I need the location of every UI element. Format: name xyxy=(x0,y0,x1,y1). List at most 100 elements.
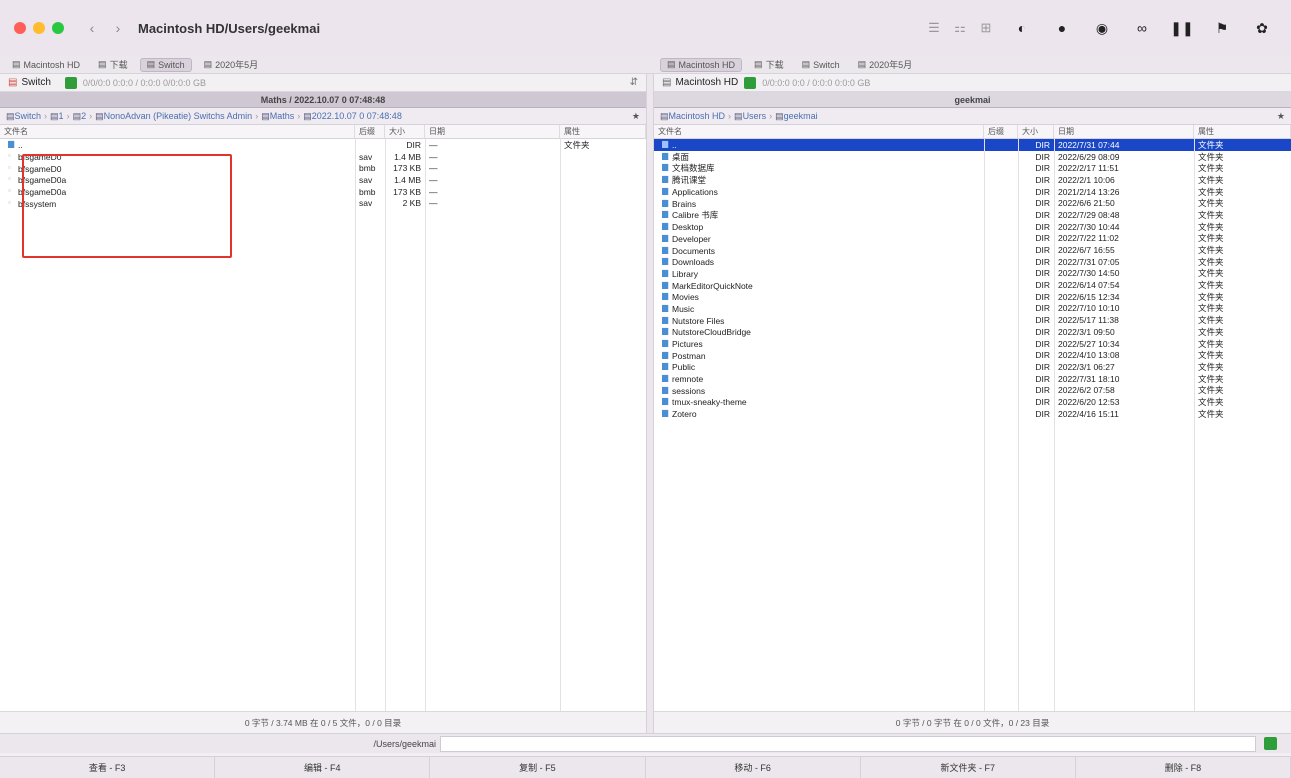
column-header[interactable]: 属性 xyxy=(1194,125,1291,138)
left-tab[interactable]: ▤ Switch xyxy=(139,57,192,72)
grid-view-icon[interactable]: ⊞ xyxy=(975,16,997,40)
file-row[interactable]: ▆ 桌面 DIR 2022/6/29 08:09 文件夹 xyxy=(654,151,1291,163)
right-tab[interactable]: ▤ 下载 xyxy=(748,58,790,72)
breadcrumb-item[interactable]: Macintosh HD xyxy=(669,111,726,121)
file-row[interactable]: ▆ Downloads DIR 2022/7/31 07:05 文件夹 xyxy=(654,256,1291,268)
column-header[interactable]: 文件名 xyxy=(654,125,984,138)
flag-icon[interactable]: ⚑ xyxy=(1207,16,1237,40)
file-attr: 文件夹 xyxy=(1194,197,1291,209)
left-location-bar[interactable]: ▤ Switch 0/0/0:0 0:0:0 / 0:0:0 0/0:0:0 G… xyxy=(0,74,646,92)
file-date: 2022/7/22 11:02 xyxy=(1054,233,1194,243)
file-name-text: Movies xyxy=(672,292,699,303)
breadcrumb-item[interactable]: Users xyxy=(743,111,767,121)
right-tab[interactable]: ▤ 2020年5月 xyxy=(852,58,919,72)
back-button[interactable]: ‹ xyxy=(86,20,98,36)
tab-folder-icon: ▤ xyxy=(12,59,21,69)
column-header[interactable]: 属性 xyxy=(560,125,646,138)
file-row[interactable]: ▆ Documents DIR 2022/6/7 16:55 文件夹 xyxy=(654,244,1291,256)
column-header[interactable]: 后缀 xyxy=(984,125,1018,138)
column-header[interactable]: 后缀 xyxy=(355,125,385,138)
list-view-icon[interactable]: ☰ xyxy=(923,16,945,40)
file-row[interactable]: ▆ Applications DIR 2021/2/14 13:26 文件夹 xyxy=(654,186,1291,198)
file-size-text: 173 KB xyxy=(393,163,421,174)
file-row[interactable]: ▆ Library DIR 2022/7/30 14:50 文件夹 xyxy=(654,268,1291,280)
file-row[interactable]: ▆.. DIR 2022/7/31 07:44 文件夹 xyxy=(654,139,1291,151)
file-row[interactable]: ▆ 腾讯课堂 DIR 2022/2/1 10:06 文件夹 xyxy=(654,174,1291,186)
file-row[interactable]: ▆ Calibre 书库 DIR 2022/7/29 08:48 文件夹 xyxy=(654,209,1291,221)
column-view-icon[interactable]: ⚏ xyxy=(949,16,971,40)
breadcrumb-item[interactable]: 1 xyxy=(59,111,64,121)
left-location-info: 0/0/0:0 0:0:0 / 0:0:0 0/0:0:0 GB xyxy=(82,77,206,88)
left-tab[interactable]: ▤ Macintosh HD xyxy=(6,58,86,72)
file-size-text: DIR xyxy=(1035,139,1050,150)
fkey-button[interactable]: 移动 - F6 xyxy=(646,757,861,778)
fkey-button[interactable]: 编辑 - F4 xyxy=(215,757,431,778)
file-row[interactable]: ▆ Music DIR 2022/7/10 10:10 文件夹 xyxy=(654,303,1291,315)
column-header[interactable]: 大小 xyxy=(1018,125,1054,138)
file-row[interactable]: ▆ Movies DIR 2022/6/15 12:34 文件夹 xyxy=(654,291,1291,303)
file-row[interactable]: ▆ tmux-sneaky-theme DIR 2022/6/20 12:53 文件夹 xyxy=(654,396,1291,408)
file-row[interactable]: ▆ MarkEditorQuickNote DIR 2022/6/14 07:54 文件… xyxy=(654,279,1291,291)
eye-icon[interactable]: ◉ xyxy=(1087,16,1117,40)
file-row[interactable]: ▆ Public DIR 2022/3/1 06:27 文件夹 xyxy=(654,361,1291,373)
favorite-star-icon[interactable]: ★ xyxy=(632,111,640,122)
column-header[interactable]: 文件名 xyxy=(0,125,355,138)
fkey-button[interactable]: 复制 - F5 xyxy=(430,757,646,778)
forward-button[interactable]: › xyxy=(112,20,124,36)
folder-icon: ▆ xyxy=(662,256,669,266)
right-tab[interactable]: ▤ Switch xyxy=(796,58,846,72)
tab-folder-icon: ▤ xyxy=(667,59,676,69)
minimize-window-button[interactable] xyxy=(33,22,45,34)
file-row[interactable]: ▆ Nutstore Files DIR 2022/5/17 11:38 文件夹 xyxy=(654,314,1291,326)
file-row[interactable]: ▆ Developer DIR 2022/7/22 11:02 文件夹 xyxy=(654,233,1291,245)
fkey-button[interactable]: 查看 - F3 xyxy=(0,757,216,778)
binoculars-icon[interactable]: ∞ xyxy=(1127,16,1157,40)
toggle-icon[interactable]: ◐ xyxy=(1007,16,1037,40)
fkey-button[interactable]: 删除 - F8 xyxy=(1076,757,1291,778)
breadcrumb-item[interactable]: 2 xyxy=(81,111,86,121)
file-row[interactable]: ▆ NutstoreCloudBridge DIR 2022/3/1 09:50 文件夹 xyxy=(654,326,1291,338)
close-window-button[interactable] xyxy=(14,22,26,34)
pause-icon[interactable]: ❚❚ xyxy=(1167,16,1197,40)
sync-icon[interactable]: ● xyxy=(1047,16,1077,40)
fkey-button[interactable]: 新文件夹 - F7 xyxy=(861,757,1076,778)
favorite-star-icon[interactable]: ★ xyxy=(1277,111,1285,122)
file-row[interactable]: ▆ Postman DIR 2022/4/10 13:08 文件夹 xyxy=(654,349,1291,361)
file-row[interactable]: ▆ Brains DIR 2022/6/6 21:50 文件夹 xyxy=(654,197,1291,209)
pane-splitter[interactable] xyxy=(646,74,654,733)
file-size-text: 173 KB xyxy=(393,186,421,197)
right-tab[interactable]: ▤ Macintosh HD xyxy=(660,57,743,72)
file-name-text: 文档数据库 xyxy=(672,163,715,174)
left-tab[interactable]: ▤ 2020年5月 xyxy=(198,58,265,72)
command-input[interactable] xyxy=(440,735,1256,752)
left-tab[interactable]: ▤ 下载 xyxy=(92,58,134,72)
folder-icon: ▆ xyxy=(662,197,669,207)
right-file-list[interactable]: ▆.. DIR 2022/7/31 07:44 文件夹 ▆ 桌面 DIR 2022/6/29 … xyxy=(654,139,1291,711)
left-sort-icon[interactable]: ⇵ xyxy=(630,77,638,88)
file-size: DIR xyxy=(1018,187,1054,197)
gear-icon[interactable]: ✿ xyxy=(1247,16,1277,40)
file-row[interactable]: ▆ Pictures DIR 2022/5/27 10:34 文件夹 xyxy=(654,338,1291,350)
column-header[interactable]: 日期 xyxy=(425,125,560,138)
file-row[interactable]: ▆ 文档数据库 DIR 2022/2/17 11:51 文件夹 xyxy=(654,162,1291,174)
run-command-button[interactable] xyxy=(1264,737,1277,750)
file-row[interactable]: ▆ remnote DIR 2022/7/31 18:10 文件夹 xyxy=(654,373,1291,385)
breadcrumb-item[interactable]: geekmai xyxy=(784,111,818,121)
column-header[interactable]: 日期 xyxy=(1054,125,1194,138)
file-row[interactable]: ▆ sessions DIR 2022/6/2 07:58 文件夹 xyxy=(654,384,1291,396)
zoom-window-button[interactable] xyxy=(52,22,64,34)
file-date: 2022/6/20 12:53 xyxy=(1054,397,1194,407)
file-row[interactable]: ▆ Desktop DIR 2022/7/30 10:44 文件夹 xyxy=(654,221,1291,233)
breadcrumb-item[interactable]: 2022.10.07 0 07:48:48 xyxy=(312,111,402,121)
file-attr: 文件夹 xyxy=(1194,174,1291,186)
file-icon: ▫ xyxy=(8,186,11,196)
file-name-text: remnote xyxy=(672,374,704,385)
file-size: DIR xyxy=(1018,140,1054,150)
breadcrumb-item[interactable]: Switch xyxy=(15,111,42,121)
breadcrumb-item[interactable]: NonoAdvan (Pikeatie) Switchs Admin xyxy=(104,111,253,121)
file-row[interactable]: ▆.. DIR — 文件夹 xyxy=(0,139,646,151)
right-location-bar[interactable]: ▤ Macintosh HD 0/0:0:0 0:0 / 0:0:0 0:0:0… xyxy=(654,74,1291,92)
file-row[interactable]: ▆ Zotero DIR 2022/4/16 15:11 文件夹 xyxy=(654,408,1291,420)
breadcrumb-item[interactable]: Maths xyxy=(270,111,295,121)
column-header[interactable]: 大小 xyxy=(385,125,425,138)
